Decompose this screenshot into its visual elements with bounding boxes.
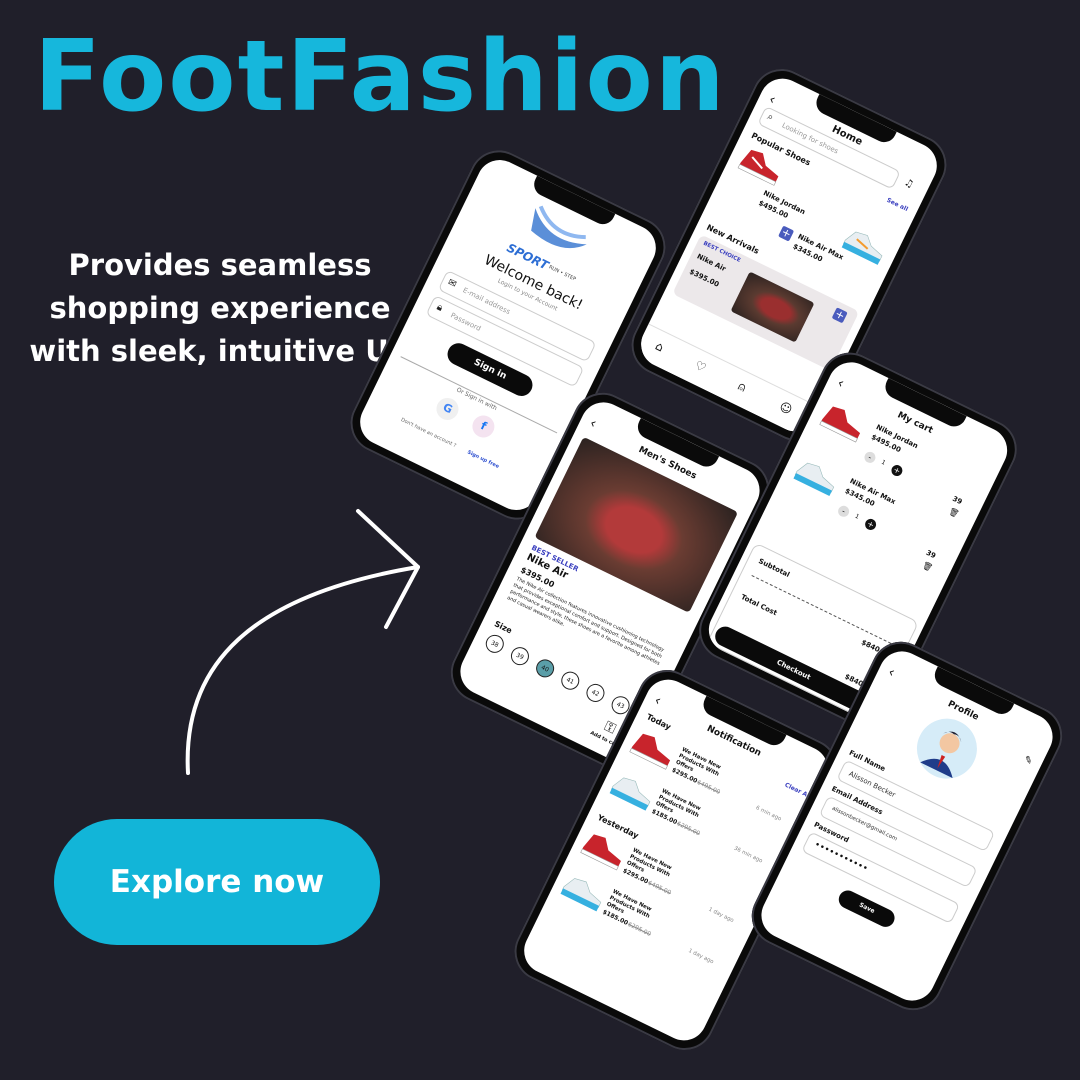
home-icon[interactable]: ⌂ — [653, 339, 666, 355]
trash-icon[interactable]: 🗑︎ — [947, 506, 960, 519]
size-option[interactable]: 38 — [482, 631, 507, 656]
edit-icon[interactable]: ✎ — [1022, 754, 1034, 768]
cart-item-qty: 1 — [880, 458, 887, 467]
curved-arrow-icon — [185, 509, 420, 775]
signup-link[interactable]: Sign up free — [466, 449, 500, 470]
trash-icon[interactable]: 🗑︎ — [921, 560, 934, 573]
notification-bell-icon[interactable]: ♫ — [902, 177, 915, 191]
bell-icon[interactable]: ⍝ — [735, 379, 749, 396]
password-placeholder: Password — [449, 311, 483, 333]
profile-icon[interactable]: ☺ — [777, 399, 794, 417]
increase-qty-button[interactable]: + — [863, 517, 878, 532]
decrease-qty-button[interactable]: - — [862, 450, 878, 465]
size-option[interactable]: 42 — [583, 680, 608, 705]
password-value: ••••••••••• — [812, 839, 870, 875]
total-label: Total Cost — [739, 593, 779, 618]
facebook-button[interactable]: f — [468, 411, 499, 442]
nike-jordan-shoe-image — [819, 406, 861, 443]
size-option[interactable]: 41 — [558, 668, 583, 693]
subtotal-label: Subtotal — [757, 557, 791, 580]
size-option[interactable]: 39 — [507, 644, 532, 669]
size-label: Size — [492, 619, 514, 636]
add-arrival-button[interactable]: + — [831, 307, 848, 324]
notification-time: 36 min ago — [732, 845, 764, 865]
notification-time: 1 day ago — [687, 947, 715, 966]
lock-icon: 🔒︎ — [434, 301, 445, 314]
tagline-line-3: with sleek, intuitive UI. — [29, 334, 411, 368]
search-icon: ⌕ — [765, 111, 776, 124]
heart-icon[interactable]: ♡ — [693, 358, 709, 375]
size-option-selected[interactable]: 40 — [533, 656, 558, 681]
mail-icon: ✉ — [445, 276, 459, 291]
notification-time: 6 min ago — [754, 805, 783, 823]
cart-item-qty: 1 — [853, 512, 861, 521]
notification-time: 1 day ago — [707, 906, 735, 925]
cart-item-size: 39 — [951, 494, 964, 507]
google-button[interactable]: G — [432, 394, 463, 424]
tagline: Provides seamless shopping experience wi… — [10, 244, 430, 373]
increase-qty-button[interactable]: + — [889, 463, 905, 478]
explore-now-button[interactable]: Explore now — [54, 819, 380, 945]
cart-item-size: 39 — [924, 548, 938, 561]
tagline-line-1: Provides seamless — [68, 248, 372, 282]
no-account-text: Don't have an account ? — [399, 416, 458, 450]
tagline-line-2: shopping experience — [49, 291, 391, 325]
nike-air-max-shoe-image — [841, 231, 883, 265]
nike-air-shoe-image — [730, 271, 815, 343]
app-title: FootFashion — [34, 20, 727, 134]
nike-jordan-shoe-image — [629, 733, 671, 770]
see-all-link[interactable]: See all — [886, 197, 909, 213]
decrease-qty-button[interactable]: - — [836, 503, 851, 519]
